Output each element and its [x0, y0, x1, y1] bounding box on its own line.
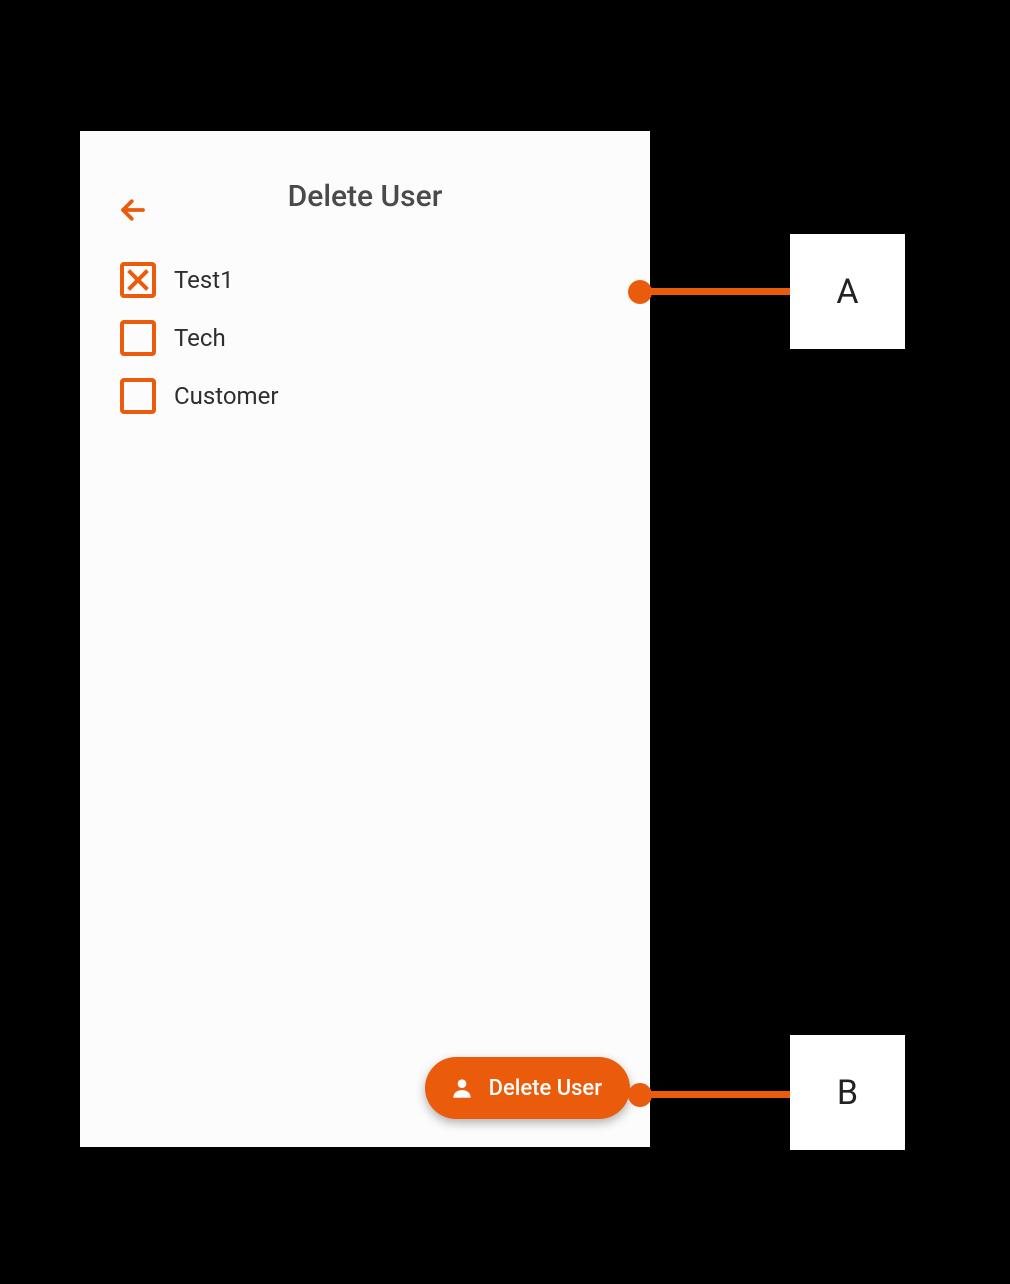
- back-button[interactable]: [116, 193, 150, 227]
- checkbox-customer[interactable]: [120, 378, 156, 414]
- list-item: Test1: [120, 262, 610, 298]
- app-screen: Delete User Test1 Tech: [80, 131, 650, 1147]
- header: Delete User: [80, 131, 650, 244]
- page-title: Delete User: [110, 179, 620, 214]
- callout-label-a: A: [790, 234, 905, 349]
- person-icon: [449, 1075, 475, 1101]
- x-mark-icon: [126, 268, 150, 292]
- delete-user-button[interactable]: Delete User: [425, 1057, 630, 1119]
- list-item: Customer: [120, 378, 610, 414]
- checkbox-test1[interactable]: [120, 262, 156, 298]
- connector-dot-icon: [628, 280, 652, 304]
- user-label: Tech: [174, 324, 226, 352]
- fab-label: Delete User: [489, 1076, 602, 1101]
- connector-dot-icon: [628, 1083, 652, 1107]
- user-list: Test1 Tech Customer: [80, 244, 650, 454]
- arrow-left-icon: [118, 195, 148, 225]
- checkbox-tech[interactable]: [120, 320, 156, 356]
- callout-label-b: B: [790, 1035, 905, 1150]
- user-label: Test1: [174, 266, 234, 294]
- callout-connector-a: [640, 288, 792, 295]
- callout-connector-b: [640, 1091, 792, 1098]
- list-item: Tech: [120, 320, 610, 356]
- user-label: Customer: [174, 382, 278, 410]
